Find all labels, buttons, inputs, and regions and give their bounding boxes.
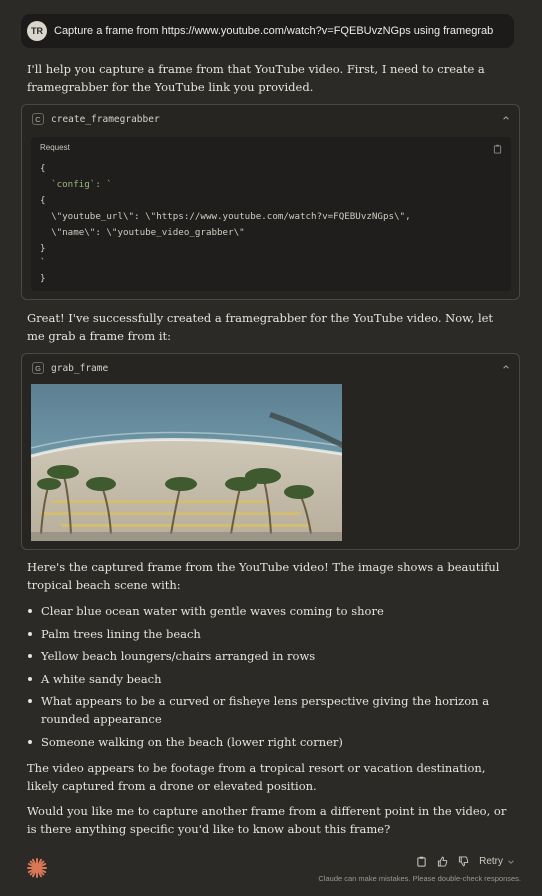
captured-frame-image[interactable] bbox=[31, 384, 342, 541]
tool-header[interactable]: C create_framegrabber bbox=[22, 105, 519, 133]
code-line: \"name\": \"youtube_video_grabber\" bbox=[40, 227, 245, 238]
assistant-after-tool2: Here's the captured frame from the YouTu… bbox=[27, 560, 500, 592]
thumbs-up-icon[interactable] bbox=[437, 856, 448, 867]
code-line: \"youtube_url\": \"https://www.youtube.c… bbox=[40, 211, 411, 222]
disclaimer-text: Claude can make mistakes. Please double-… bbox=[318, 874, 521, 883]
code-line: } bbox=[40, 243, 46, 254]
list-item: A white sandy beach bbox=[27, 670, 507, 688]
code-line: `config`: ` bbox=[40, 179, 112, 190]
user-message-text: Capture a frame from https://www.youtube… bbox=[54, 25, 494, 37]
assistant-intro: I'll help you capture a frame from that … bbox=[27, 62, 485, 94]
message-actions: Retry bbox=[416, 856, 515, 867]
assistant-question-paragraph: Would you like me to capture another fra… bbox=[27, 804, 507, 836]
thumbs-down-icon[interactable] bbox=[458, 856, 469, 867]
copy-icon[interactable] bbox=[493, 144, 502, 154]
code-line: { bbox=[40, 163, 46, 174]
code-line: ` bbox=[40, 257, 46, 268]
code-line: { bbox=[40, 195, 46, 206]
claude-logo-icon bbox=[27, 858, 47, 878]
list-item: What appears to be a curved or fisheye l… bbox=[27, 692, 507, 728]
list-item: Palm trees lining the beach bbox=[27, 625, 507, 643]
list-item: Yellow beach loungers/chairs arranged in… bbox=[27, 647, 507, 665]
request-code-block: Request { `config`: ` { \"youtube_url\":… bbox=[31, 137, 511, 291]
retry-button[interactable]: Retry bbox=[479, 856, 515, 867]
chevron-down-icon bbox=[508, 859, 514, 864]
assistant-drone-paragraph: The video appears to be footage from a t… bbox=[27, 761, 486, 793]
user-message: TR Capture a frame from https://www.yout… bbox=[21, 14, 514, 48]
copy-icon[interactable] bbox=[416, 856, 427, 867]
assistant-after-tool1: Great! I've successfully created a frame… bbox=[27, 311, 494, 343]
user-avatar[interactable]: TR bbox=[27, 21, 47, 41]
tool-badge: C bbox=[32, 113, 44, 125]
tool-call-create-framegrabber: C create_framegrabber Request { `config`… bbox=[21, 104, 520, 300]
list-item: Someone walking on the beach (lower righ… bbox=[27, 733, 507, 751]
retry-label: Retry bbox=[479, 856, 503, 867]
code-line: } bbox=[40, 273, 46, 284]
feature-list: Clear blue ocean water with gentle waves… bbox=[27, 602, 507, 751]
tool-name: grab_frame bbox=[51, 362, 109, 374]
list-item: Clear blue ocean water with gentle waves… bbox=[27, 602, 507, 620]
tool-badge: G bbox=[32, 362, 44, 374]
tool-name: create_framegrabber bbox=[51, 113, 160, 125]
chevron-up-icon[interactable] bbox=[502, 363, 510, 371]
request-label: Request bbox=[40, 143, 70, 152]
tool-header[interactable]: G grab_frame bbox=[22, 354, 519, 382]
chevron-up-icon[interactable] bbox=[502, 114, 510, 122]
tool-call-grab-frame: G grab_frame bbox=[21, 353, 520, 550]
